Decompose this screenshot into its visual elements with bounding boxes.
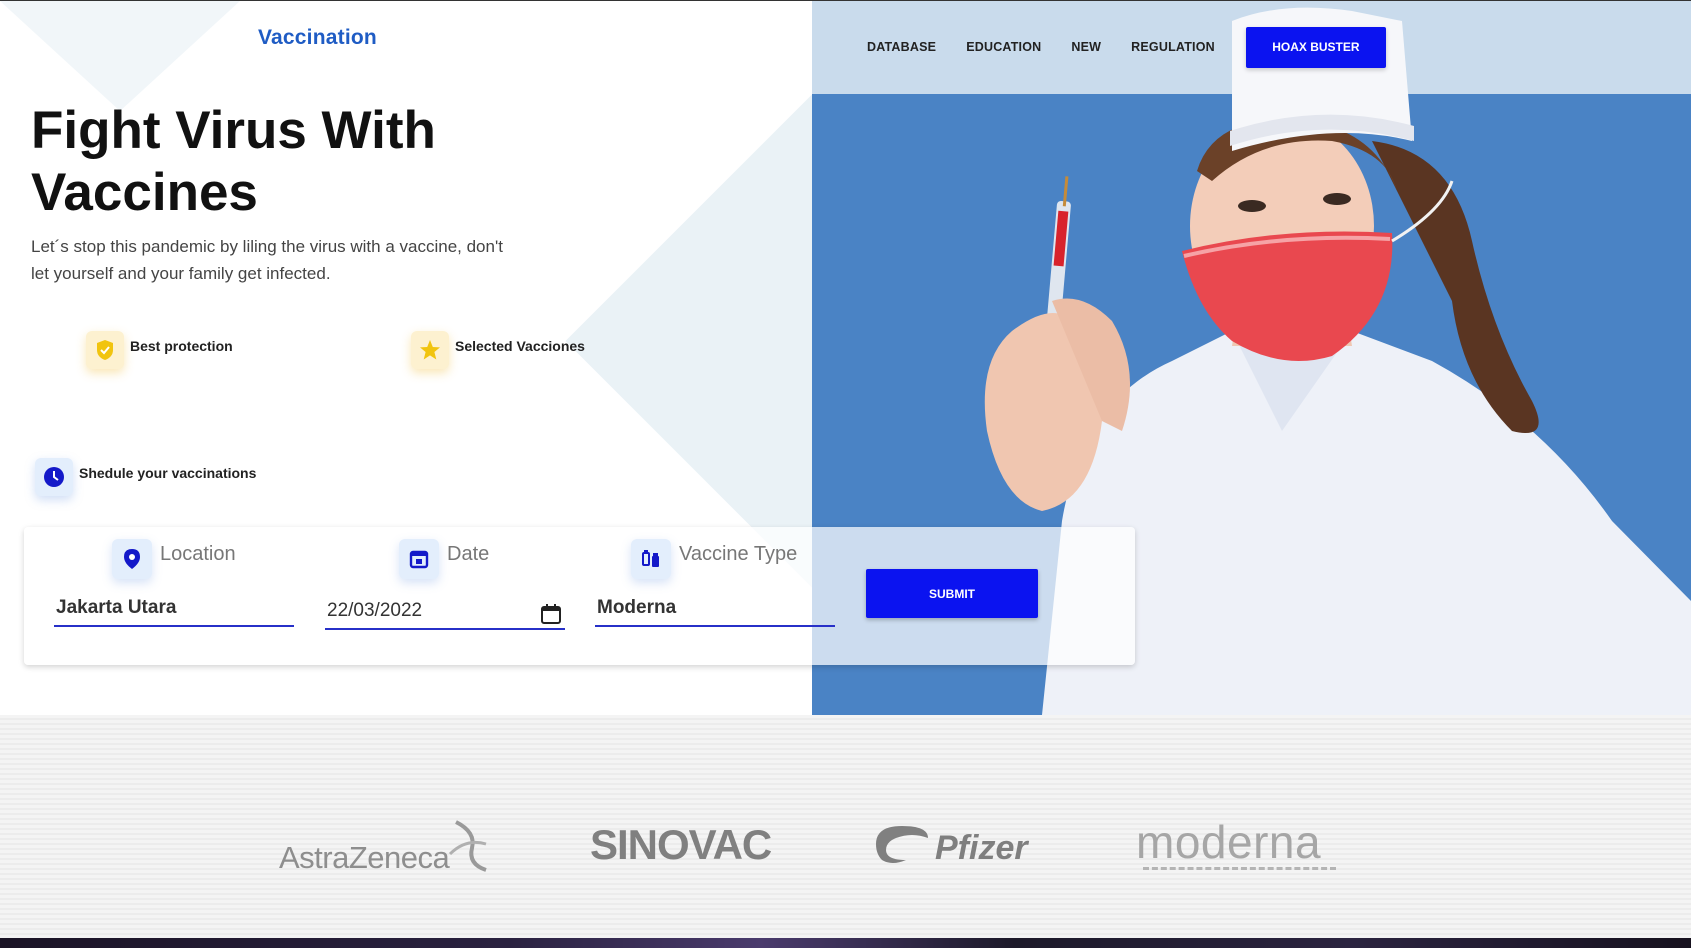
moderna-underline	[1143, 867, 1336, 870]
pfizer-swoosh-icon	[876, 826, 928, 863]
vaccine-icon	[631, 539, 671, 579]
taskbar-strip	[0, 938, 1691, 948]
vaccine-field-head: Vaccine Type	[631, 539, 797, 579]
partners-band	[0, 715, 1691, 938]
nav-link-new[interactable]: NEW	[1071, 40, 1101, 54]
page-title: Fight Virus With Vaccines	[31, 101, 436, 222]
site-logo[interactable]: Vaccination	[258, 26, 377, 50]
location-pin-icon	[112, 539, 152, 579]
partner-logo-sinovac: SINOVAC	[590, 821, 772, 868]
decor-diamond	[565, 86, 812, 596]
location-label: Location	[160, 542, 236, 565]
partner-logo-pfizer: Pfizer	[935, 829, 1028, 867]
date-label: Date	[447, 542, 490, 565]
date-picker	[325, 597, 565, 633]
nav-link-regulation[interactable]: REGULATION	[1131, 40, 1215, 54]
shield-check-icon	[86, 331, 124, 369]
hoax-buster-button[interactable]: HOAX BUSTER	[1245, 26, 1386, 68]
calendar-icon	[399, 539, 439, 579]
partner-logo-moderna: moderna	[1136, 816, 1322, 868]
astrazeneca-swirl-icon	[448, 820, 487, 872]
submit-button[interactable]: SUBMIT	[866, 569, 1038, 618]
location-input[interactable]	[54, 597, 294, 627]
page-subtitle: Let´s stop this pandemic by liling the v…	[31, 237, 503, 283]
feature-best-protection: Best protection	[86, 331, 233, 369]
star-icon	[411, 331, 449, 369]
date-input[interactable]	[325, 600, 565, 630]
vaccine-type-input[interactable]	[595, 597, 835, 627]
decor-triangle	[0, 1, 240, 111]
partner-logo-astrazeneca: AstraZeneca	[279, 840, 450, 875]
feature-label: Best protection	[130, 338, 233, 354]
calendar-picker-icon[interactable]	[540, 603, 562, 625]
feature-label: Shedule your vaccinations	[79, 465, 257, 481]
booking-form: Location Date Vaccine Type SUBMIT	[24, 527, 1135, 665]
vaccine-type-label: Vaccine Type	[679, 542, 798, 565]
date-field-head: Date	[399, 539, 489, 579]
feature-selected-vaccines: Selected Vacciones	[411, 331, 585, 369]
nav-link-education[interactable]: EDUCATION	[966, 40, 1041, 54]
nav-link-database[interactable]: DATABASE	[867, 40, 936, 54]
feature-label: Selected Vacciones	[455, 338, 585, 354]
location-field-head: Location	[112, 539, 236, 579]
main-nav: DATABASE EDUCATION NEW REGULATION HOAX B…	[867, 26, 1386, 68]
clock-icon	[35, 458, 73, 496]
feature-schedule: Shedule your vaccinations	[35, 458, 256, 496]
